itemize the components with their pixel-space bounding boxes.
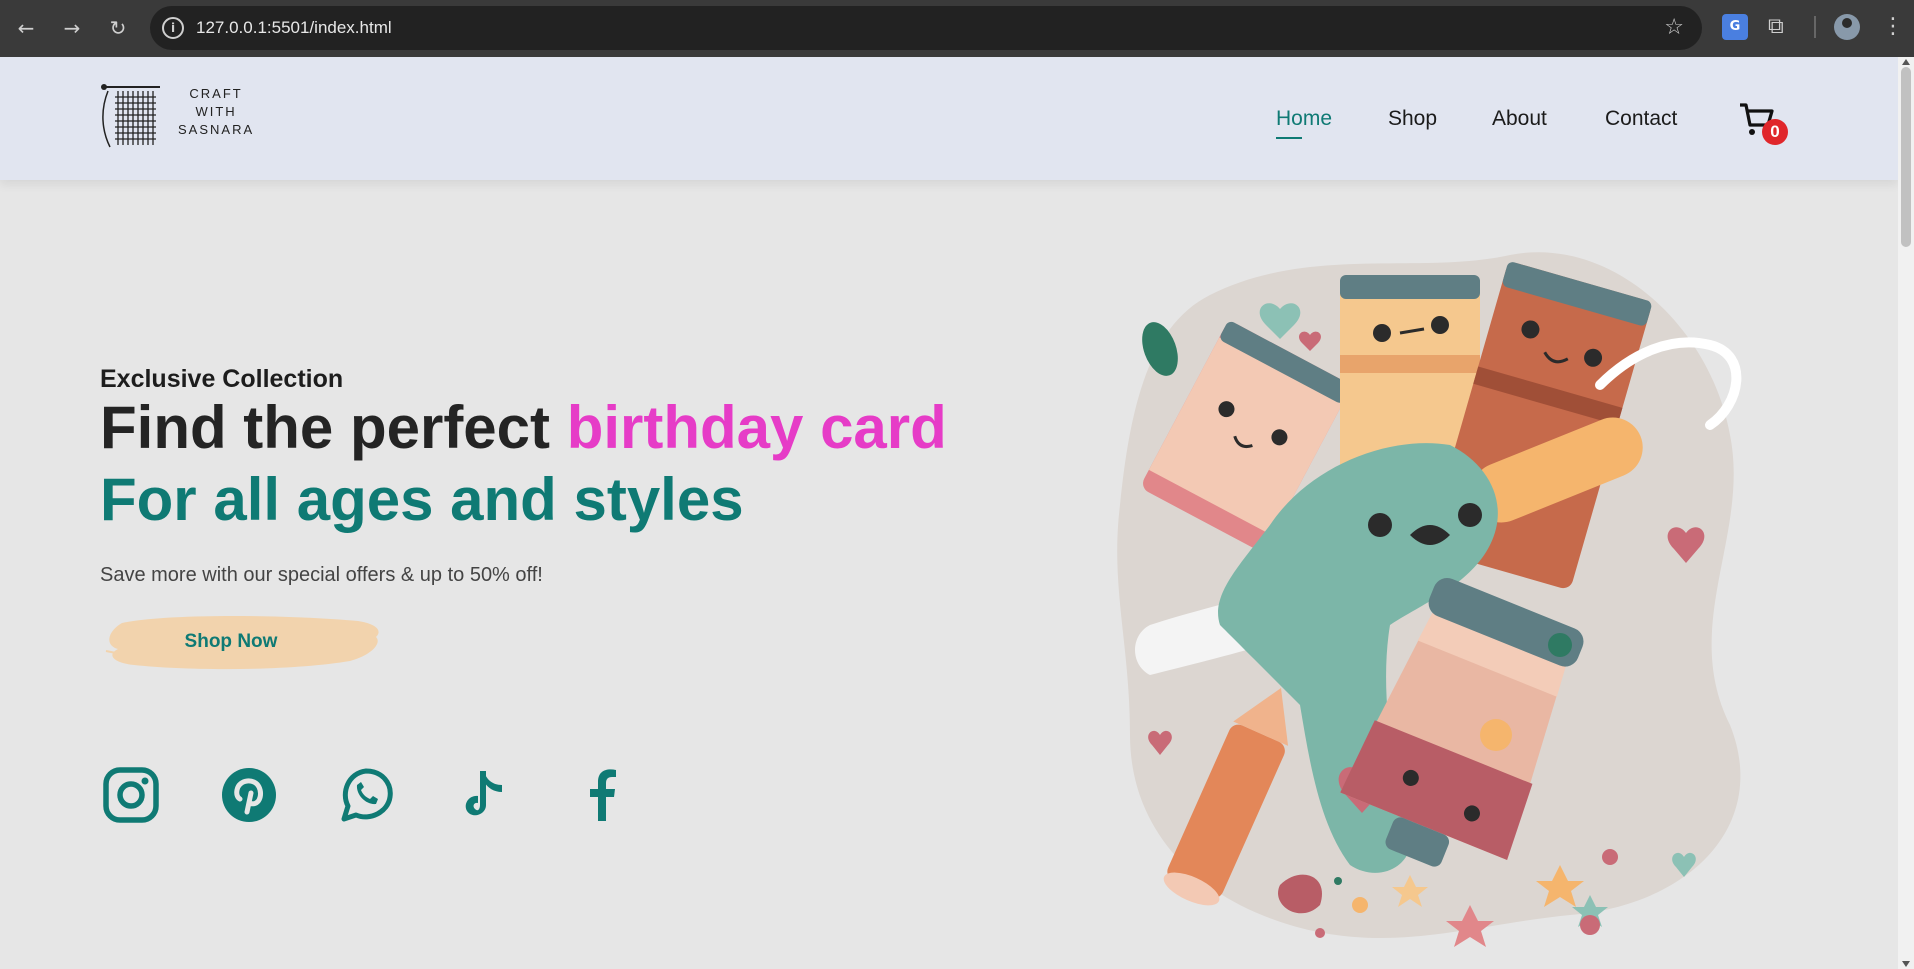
logo-text: CRAFT WITH SASNARA <box>178 85 254 139</box>
hero-subtitle: For all ages and styles <box>100 466 744 533</box>
address-bar[interactable]: i 127.0.0.1:5501/index.html ☆ <box>150 6 1702 50</box>
profile-avatar[interactable] <box>1834 14 1860 40</box>
facebook-icon[interactable] <box>572 765 632 825</box>
logo-line: CRAFT <box>189 86 243 101</box>
extensions-icon[interactable]: ⧉ <box>1768 14 1794 40</box>
bookmark-star-icon[interactable]: ☆ <box>1664 15 1684 40</box>
site-logo[interactable]: CRAFT WITH SASNARA <box>100 81 260 151</box>
hero-description: Save more with our special offers & up t… <box>100 564 543 586</box>
site-info-icon[interactable]: i <box>162 17 184 39</box>
translate-extension-icon[interactable]: G <box>1722 14 1748 40</box>
hero-illustration <box>1090 205 1790 969</box>
scroll-up-icon[interactable] <box>1902 59 1910 65</box>
hero-title-highlight: birthday card <box>566 394 947 461</box>
reload-icon[interactable]: ↻ <box>104 14 132 42</box>
web-page: CRAFT WITH SASNARA Home Shop About Conta… <box>0 57 1898 969</box>
instagram-icon[interactable] <box>101 765 161 825</box>
url-text[interactable]: 127.0.0.1:5501/index.html <box>196 18 392 38</box>
hero-title-prefix: Find the perfect <box>100 394 567 461</box>
shop-now-button[interactable]: Shop Now <box>100 611 380 673</box>
nav-about[interactable]: About <box>1492 107 1547 131</box>
scrollbar-thumb[interactable] <box>1901 67 1911 247</box>
tiktok-icon[interactable] <box>454 765 514 825</box>
shop-now-label[interactable]: Shop Now <box>100 611 362 673</box>
logo-line: SASNARA <box>178 122 255 137</box>
forward-icon[interactable]: → <box>58 14 86 42</box>
nav-home[interactable]: Home <box>1276 107 1332 139</box>
toolbar-divider <box>1814 16 1816 38</box>
page-scrollbar[interactable] <box>1898 57 1914 969</box>
logo-line: WITH <box>195 104 237 119</box>
back-icon[interactable]: ← <box>12 14 40 42</box>
browser-menu-icon[interactable]: ⋮ <box>1882 14 1904 40</box>
cart-count-badge: 0 <box>1762 119 1788 145</box>
hero-title: Find the perfect birthday card <box>100 393 947 462</box>
site-header: CRAFT WITH SASNARA Home Shop About Conta… <box>0 57 1898 180</box>
loom-logo-icon <box>101 84 160 148</box>
nav-contact[interactable]: Contact <box>1605 107 1677 131</box>
art-supplies-illustration <box>1117 252 1742 947</box>
whatsapp-icon[interactable] <box>336 765 396 825</box>
nav-shop[interactable]: Shop <box>1388 107 1437 131</box>
browser-toolbar: ← → ↻ i 127.0.0.1:5501/index.html ☆ G ⧉ … <box>0 0 1914 57</box>
pinterest-icon[interactable] <box>219 765 279 825</box>
scroll-down-icon[interactable] <box>1902 961 1910 967</box>
hero-kicker: Exclusive Collection <box>100 365 344 393</box>
